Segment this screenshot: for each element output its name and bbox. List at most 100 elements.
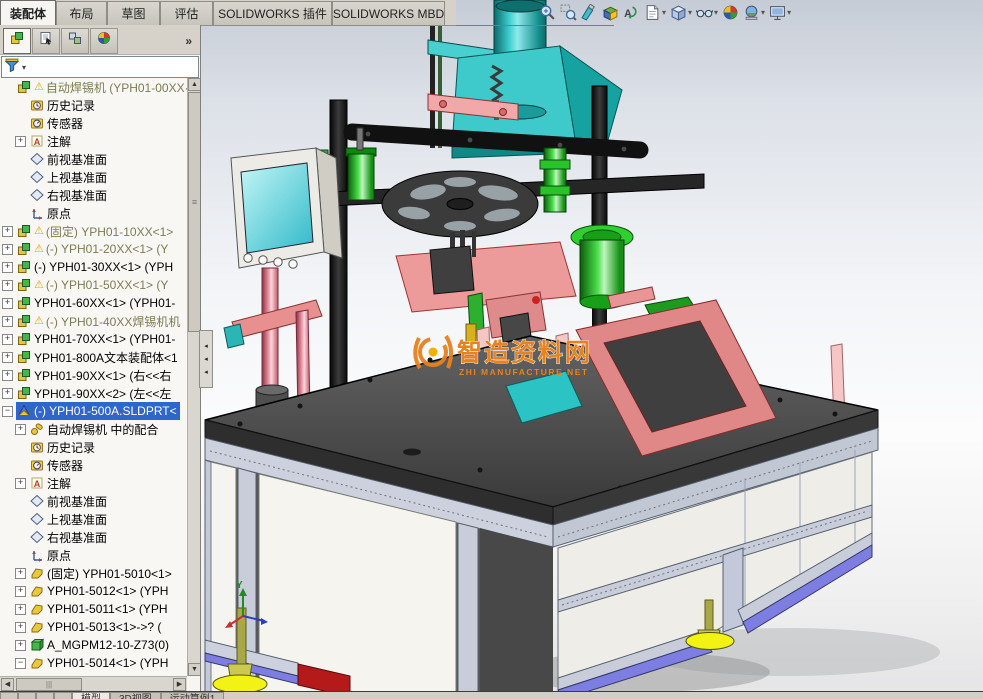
tree-item-body[interactable]: 右视基准面 bbox=[29, 528, 110, 546]
tree-item[interactable]: +⚠(固定) YPH01-10XX<1> bbox=[0, 222, 187, 240]
tree-item[interactable]: 传感器 bbox=[0, 114, 187, 132]
section-view-button[interactable] bbox=[600, 3, 621, 22]
tree-item-body[interactable]: YPH01-90XX<2> (左<<左 bbox=[16, 384, 174, 402]
panel-overflow-chevron[interactable]: » bbox=[179, 34, 198, 48]
manager-tab-configuration-manager[interactable] bbox=[61, 28, 89, 54]
tree-item-body[interactable]: (-) YPH01-500A.SLDPRT< bbox=[16, 402, 180, 420]
expander-plus-icon[interactable]: + bbox=[2, 298, 13, 309]
tree-item-body[interactable]: A_MGPM12-10-Z73(0) bbox=[29, 636, 172, 654]
tree-item-body[interactable]: (-) YPH01-30XX<1> (YPH bbox=[16, 258, 176, 276]
tree-item-body[interactable]: YPH01-800A文本装配体<1 bbox=[16, 348, 181, 366]
tree-item[interactable]: +⚠(-) YPH01-40XX焊锡机机 bbox=[0, 312, 187, 330]
tree-item[interactable]: +YPH01-5012<1> (YPH bbox=[0, 582, 187, 600]
motion-nav-button-2[interactable] bbox=[36, 692, 54, 699]
hide-show-items-button[interactable]: ▾ bbox=[694, 3, 720, 22]
tree-item[interactable]: 上视基准面 bbox=[0, 510, 187, 528]
statusbar-tab-0[interactable]: 模型 bbox=[72, 692, 110, 699]
drawing-view-button[interactable]: ▾ bbox=[642, 3, 668, 22]
tree-item-body[interactable]: YPH01-5012<1> (YPH bbox=[29, 582, 171, 600]
tree-item[interactable]: +YPH01-60XX<1> (YPH01- bbox=[0, 294, 187, 312]
dynamic-annotation-views-button[interactable]: A bbox=[621, 3, 642, 22]
command-tab-1[interactable]: 布局 bbox=[56, 1, 107, 25]
command-tab-2[interactable]: 草图 bbox=[107, 1, 160, 25]
tree-item-body[interactable]: 传感器 bbox=[29, 114, 86, 132]
view-orientation-button[interactable]: ▾ bbox=[668, 3, 694, 22]
expander-plus-icon[interactable]: + bbox=[2, 334, 13, 345]
tree-item-body[interactable]: ⚠自动焊锡机 (YPH01-00XX· bbox=[16, 78, 187, 96]
dropdown-caret-icon[interactable]: ▾ bbox=[662, 8, 666, 17]
expander-plus-icon[interactable]: + bbox=[15, 424, 26, 435]
tree-item[interactable]: 右视基准面 bbox=[0, 528, 187, 546]
tree-item-body[interactable]: 传感器 bbox=[29, 456, 86, 474]
tree-horizontal-scrollbar[interactable]: ◀ ▶ bbox=[0, 676, 187, 691]
tree-item[interactable]: 右视基准面 bbox=[0, 186, 187, 204]
tree-item[interactable]: +YPH01-90XX<1> (右<<右 bbox=[0, 366, 187, 384]
tree-item-body[interactable]: 上视基准面 bbox=[29, 510, 110, 528]
statusbar-tab-1[interactable]: 3D视图 bbox=[110, 692, 161, 699]
expander-plus-icon[interactable]: + bbox=[15, 640, 26, 651]
tree-item[interactable]: −(-) YPH01-500A.SLDPRT< bbox=[0, 402, 187, 420]
view-settings-button[interactable]: ▾ bbox=[767, 3, 793, 22]
tree-item-body[interactable]: 原点 bbox=[29, 204, 74, 222]
tree-item[interactable]: 前视基准面 bbox=[0, 492, 187, 510]
tree-item-body[interactable]: 原点 bbox=[29, 546, 74, 564]
tree-item[interactable]: +A_MGPM12-10-Z73(0) bbox=[0, 636, 187, 654]
tree-item-body[interactable]: 自动焊锡机 中的配合 bbox=[29, 420, 161, 438]
tree-item[interactable]: +⚠(-) YPH01-20XX<1> (Y bbox=[0, 240, 187, 258]
filter-caret-icon[interactable]: ▾ bbox=[22, 63, 26, 72]
edit-appearance-button[interactable] bbox=[720, 3, 741, 22]
expander-plus-icon[interactable]: + bbox=[2, 244, 13, 255]
manager-tab-property-manager[interactable] bbox=[32, 28, 60, 54]
tree-item[interactable]: ⚠自动焊锡机 (YPH01-00XX· bbox=[0, 78, 187, 96]
expander-plus-icon[interactable]: + bbox=[15, 568, 26, 579]
tree-item-body[interactable]: ⚠(固定) YPH01-10XX<1> bbox=[16, 222, 176, 240]
tree-item[interactable]: +A注解 bbox=[0, 132, 187, 150]
tree-item-body[interactable]: A注解 bbox=[29, 474, 74, 492]
tree-item-body[interactable]: ⚠(-) YPH01-20XX<1> (Y bbox=[16, 240, 171, 258]
tree-item-body[interactable]: YPH01-70XX<1> (YPH01- bbox=[16, 330, 178, 348]
tree-item-body[interactable]: ⚠(-) YPH01-40XX焊锡机机 bbox=[16, 312, 183, 330]
expander-plus-icon[interactable]: + bbox=[2, 262, 13, 273]
tree-item[interactable]: 上视基准面 bbox=[0, 168, 187, 186]
apply-scene-button[interactable]: ▾ bbox=[741, 3, 767, 22]
expander-plus-icon[interactable]: + bbox=[15, 586, 26, 597]
dropdown-caret-icon[interactable]: ▾ bbox=[787, 8, 791, 17]
magnified-selection-button[interactable] bbox=[579, 3, 600, 22]
horizontal-scroll-thumb[interactable] bbox=[16, 678, 82, 691]
expander-minus-icon[interactable]: − bbox=[15, 658, 26, 669]
tree-item[interactable]: +(-) YPH01-30XX<1> (YPH bbox=[0, 258, 187, 276]
tree-item[interactable]: 前视基准面 bbox=[0, 150, 187, 168]
command-tab-5[interactable]: SOLIDWORKS MBD bbox=[332, 1, 445, 25]
tree-item-body[interactable]: YPH01-5014<1> (YPH bbox=[29, 654, 171, 672]
tree-item[interactable]: 原点 bbox=[0, 546, 187, 564]
tree-item-body[interactable]: 历史记录 bbox=[29, 96, 98, 114]
expander-plus-icon[interactable]: + bbox=[2, 316, 13, 327]
filter-funnel-icon[interactable] bbox=[5, 57, 20, 77]
tree-item-body[interactable]: 上视基准面 bbox=[29, 168, 110, 186]
motion-nav-button-0[interactable] bbox=[0, 692, 18, 699]
command-tab-0[interactable]: 装配体 bbox=[0, 0, 56, 25]
tree-item-body[interactable]: 右视基准面 bbox=[29, 186, 110, 204]
expander-plus-icon[interactable]: + bbox=[15, 478, 26, 489]
zoom-to-area-button[interactable] bbox=[558, 3, 579, 22]
expander-plus-icon[interactable]: + bbox=[2, 388, 13, 399]
tree-item[interactable]: +YPH01-5011<1> (YPH bbox=[0, 600, 187, 618]
tree-item[interactable]: +⚠(-) YPH01-50XX<1> (Y bbox=[0, 276, 187, 294]
tree-item[interactable]: 历史记录 bbox=[0, 438, 187, 456]
model-index-wheel[interactable] bbox=[382, 171, 538, 237]
expander-plus-icon[interactable]: + bbox=[15, 604, 26, 615]
tree-item[interactable]: +YPH01-90XX<2> (左<<左 bbox=[0, 384, 187, 402]
expander-plus-icon[interactable]: + bbox=[15, 622, 26, 633]
manager-tab-feature-manager[interactable] bbox=[3, 28, 31, 54]
tree-item[interactable]: −YPH01-5014<1> (YPH bbox=[0, 654, 187, 672]
expander-plus-icon[interactable]: + bbox=[2, 280, 13, 291]
tree-item[interactable]: 历史记录 bbox=[0, 96, 187, 114]
tree-item[interactable]: +YPH01-5013<1>->? ( bbox=[0, 618, 187, 636]
tree-item-body[interactable]: YPH01-5011<1> (YPH bbox=[29, 600, 171, 618]
tree-item-body[interactable]: YPH01-90XX<1> (右<<右 bbox=[16, 366, 174, 384]
expander-plus-icon[interactable]: + bbox=[2, 352, 13, 363]
motion-nav-button-1[interactable] bbox=[18, 692, 36, 699]
scroll-left-button[interactable]: ◀ bbox=[1, 678, 14, 691]
tree-item-body[interactable]: (固定) YPH01-5010<1> bbox=[29, 564, 175, 582]
expander-plus-icon[interactable]: + bbox=[2, 370, 13, 381]
